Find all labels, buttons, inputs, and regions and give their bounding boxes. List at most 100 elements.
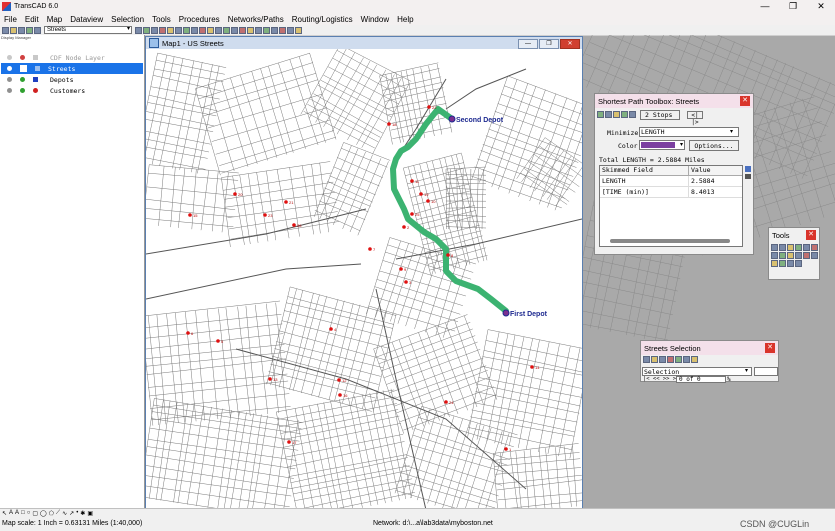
customer-point[interactable] [284, 200, 288, 204]
select-point-icon[interactable] [811, 244, 818, 251]
layer-row-streets[interactable]: Streets [1, 63, 143, 74]
solve-path-icon[interactable] [613, 111, 620, 118]
new-icon[interactable] [2, 27, 9, 34]
customer-point[interactable] [387, 122, 391, 126]
clear-path-icon[interactable] [629, 111, 636, 118]
edit-icon[interactable] [271, 27, 278, 34]
map-minimize-button[interactable]: — [518, 39, 538, 49]
pan-icon[interactable] [787, 244, 794, 251]
image-tool-icon[interactable]: ▣ [87, 510, 93, 517]
info-icon[interactable] [175, 27, 182, 34]
line-tool-icon[interactable]: ⟋ [56, 510, 60, 517]
second-depot-marker[interactable] [449, 116, 455, 122]
minimize-button[interactable]: — [751, 0, 779, 13]
menu-routing-logistics[interactable]: Routing/Logistics [288, 15, 357, 24]
label-toggle-icon[interactable] [33, 55, 38, 60]
select-icon[interactable] [143, 27, 150, 34]
customer-point[interactable] [399, 267, 403, 271]
menu-file[interactable]: File [0, 15, 21, 24]
menu-selection[interactable]: Selection [107, 15, 148, 24]
horizontal-scrollbar[interactable] [610, 239, 730, 243]
label-icon[interactable] [183, 27, 190, 34]
stop-navigation-button[interactable]: <| |> [687, 111, 703, 119]
customer-point[interactable] [427, 105, 431, 109]
path-icon[interactable] [223, 27, 230, 34]
menu-procedures[interactable]: Procedures [175, 15, 224, 24]
zoom-select-icon[interactable] [675, 356, 682, 363]
query-icon[interactable] [691, 356, 698, 363]
menu-tools[interactable]: Tools [148, 15, 175, 24]
select-circle-icon[interactable] [771, 252, 778, 259]
customer-point[interactable] [287, 440, 291, 444]
save-table-icon[interactable] [745, 166, 751, 172]
edit-icon[interactable] [811, 252, 818, 259]
layer-row-cdf-node[interactable]: CDF Node Layer [1, 52, 143, 63]
info-icon[interactable] [803, 244, 810, 251]
table-icon[interactable] [255, 27, 262, 34]
layer-select[interactable]: Streets [44, 26, 132, 34]
pointer-tool-icon[interactable]: ↖ [2, 510, 7, 517]
pointer-icon[interactable] [135, 27, 142, 34]
open-icon[interactable] [10, 27, 17, 34]
theme-icon[interactable] [207, 27, 214, 34]
customer-point[interactable] [188, 213, 192, 217]
layer-row-depots[interactable]: Depots [1, 74, 143, 85]
tool-icon[interactable] [279, 27, 286, 34]
network-icon[interactable] [215, 27, 222, 34]
map-close-button[interactable]: ✕ [560, 39, 580, 49]
maximize-button[interactable]: ❐ [779, 0, 807, 13]
customer-point[interactable] [338, 393, 342, 397]
visibility-icon[interactable] [7, 77, 12, 82]
customer-point[interactable] [410, 212, 414, 216]
customer-point[interactable] [329, 327, 333, 331]
customer-point[interactable] [444, 400, 448, 404]
menu-map[interactable]: Map [43, 15, 67, 24]
options-button[interactable]: Options... [689, 140, 739, 151]
print-table-icon[interactable] [745, 174, 751, 179]
draw-icon[interactable] [803, 252, 810, 259]
grid-icon[interactable] [795, 260, 802, 267]
arrow-tool-icon[interactable]: ↗ [69, 510, 74, 517]
menu-dataview[interactable]: Dataview [66, 15, 107, 24]
selection-set-select[interactable]: Selection [642, 367, 752, 376]
label-icon[interactable] [787, 252, 794, 259]
selection-title-bar[interactable]: Streets Selection ✕ [641, 341, 778, 355]
subtract-select-icon[interactable] [659, 356, 666, 363]
customer-point[interactable] [233, 192, 237, 196]
settings-icon[interactable] [683, 356, 690, 363]
text-tool-icon[interactable]: A [9, 510, 13, 517]
map-canvas[interactable]: 2218111910202123152678936541413121624171… [146, 49, 582, 510]
zoom-in-icon[interactable] [771, 244, 778, 251]
map-maximize-button[interactable]: ❐ [539, 39, 559, 49]
customer-point[interactable] [337, 378, 341, 382]
customer-point[interactable] [402, 225, 406, 229]
tools-close-button[interactable]: ✕ [806, 230, 816, 240]
redo-icon[interactable] [239, 27, 246, 34]
map-title-bar[interactable]: Map1 - US Streets — ❐ ✕ [146, 37, 582, 49]
clear-select-icon[interactable] [667, 356, 674, 363]
customer-point[interactable] [216, 339, 220, 343]
customer-point[interactable] [410, 179, 414, 183]
circle-tool-icon[interactable]: ◯ [40, 510, 47, 517]
visibility-icon[interactable] [7, 55, 12, 60]
remove-stop-icon[interactable] [605, 111, 612, 118]
route-icon[interactable] [779, 260, 786, 267]
select-polygon-icon[interactable] [779, 252, 786, 259]
undo-icon[interactable] [231, 27, 238, 34]
flag-icon[interactable] [771, 260, 778, 267]
legend-icon[interactable] [191, 27, 198, 34]
select-icon[interactable] [643, 356, 650, 363]
customer-point[interactable] [419, 192, 423, 196]
tools-title-bar[interactable]: Tools ✕ [769, 228, 819, 242]
selection-close-button[interactable]: ✕ [765, 343, 775, 353]
customer-point[interactable] [292, 223, 296, 227]
customer-point[interactable] [426, 199, 430, 203]
path-settings-icon[interactable] [621, 111, 628, 118]
layer-row-customers[interactable]: Customers [1, 85, 143, 96]
customer-point[interactable] [504, 447, 508, 451]
print-icon[interactable] [26, 27, 33, 34]
ellipse-tool-icon[interactable]: ○ [27, 510, 31, 517]
visibility-icon[interactable] [7, 88, 12, 93]
menu-window[interactable]: Window [357, 15, 393, 24]
first-depot-marker[interactable] [503, 310, 509, 316]
